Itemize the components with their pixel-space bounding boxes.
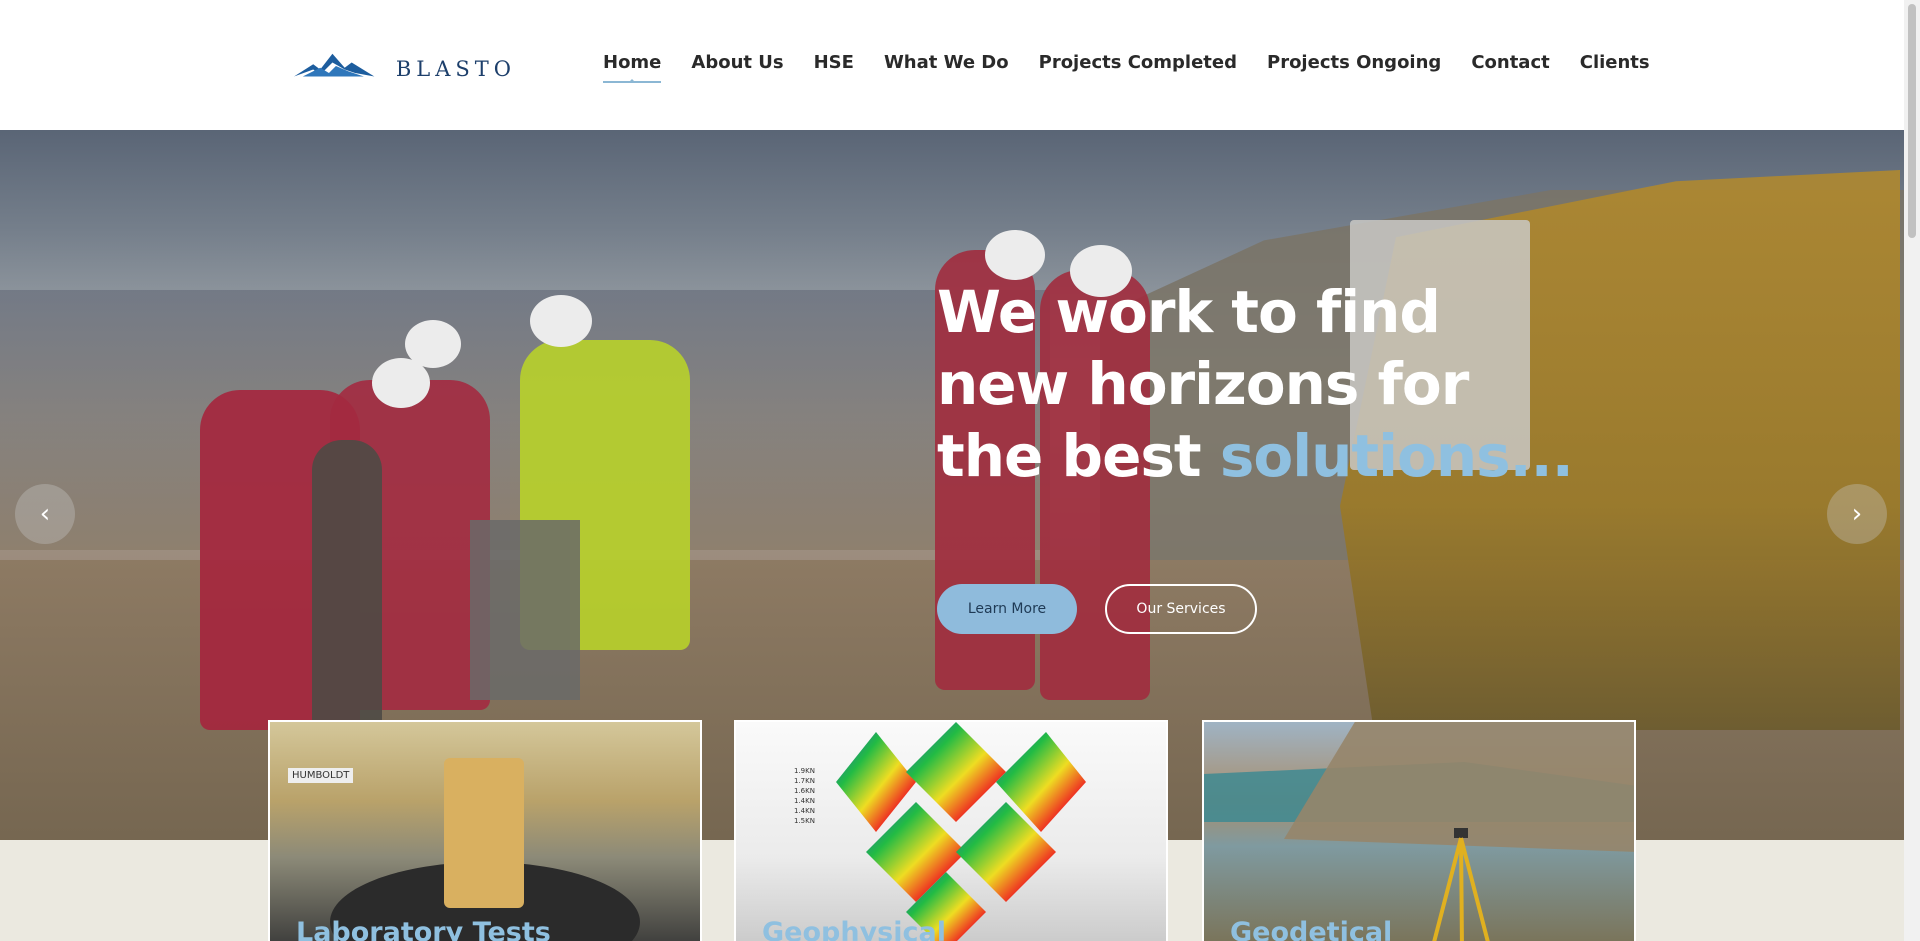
nav-item-what-we-do[interactable]: What We Do — [884, 52, 1009, 73]
geophysical-axis-values: 1.9KN 1.7KN 1.6KN 1.4KN 1.4KN 1.5KN — [794, 767, 815, 825]
card-title: Geophysical — [762, 917, 946, 941]
hero-helmet — [530, 295, 592, 347]
service-card-geophysical[interactable]: 1.9KN 1.7KN 1.6KN 1.4KN 1.4KN 1.5KN Geop… — [734, 720, 1168, 941]
nav-item-clients[interactable]: Clients — [1580, 52, 1650, 73]
hero-title: We work to find new horizons for the bes… — [937, 276, 1577, 492]
nav-item-projects-completed[interactable]: Projects Completed — [1039, 52, 1237, 73]
service-card-geodetical[interactable]: Geodetical — [1202, 720, 1636, 941]
hero-title-accent: solutions... — [1219, 422, 1574, 490]
nav-item-home[interactable]: Home — [603, 52, 662, 83]
chevron-left-icon: ‹ — [39, 499, 51, 529]
nav-item-projects-ongoing[interactable]: Projects Ongoing — [1267, 52, 1441, 73]
mountain-logo-icon — [294, 53, 375, 77]
nav-item-contact[interactable]: Contact — [1471, 52, 1549, 73]
hero-helmet — [985, 230, 1045, 280]
hero-gas-cylinder — [312, 440, 382, 740]
our-services-button[interactable]: Our Services — [1105, 584, 1257, 634]
slider-prev-button[interactable]: ‹ — [15, 484, 75, 544]
hero-helmet — [372, 358, 430, 408]
brand-name: BLASTO — [395, 57, 516, 81]
hero-equipment — [470, 520, 580, 700]
hero-title-line: new horizons for — [937, 350, 1469, 418]
card-image-soil-sample — [444, 758, 524, 908]
site-header: BLASTO Home About Us HSE What We Do Proj… — [0, 0, 1904, 130]
hero-title-line: the best — [937, 422, 1220, 490]
scrollbar-thumb[interactable] — [1908, 4, 1916, 238]
card-title: Laboratory Tests — [296, 917, 551, 941]
page-scrollbar[interactable] — [1904, 0, 1920, 941]
main-nav: Home About Us HSE What We Do Projects Co… — [603, 52, 1680, 83]
nav-item-hse[interactable]: HSE — [814, 52, 854, 73]
card-title: Geodetical — [1230, 917, 1393, 941]
geophysical-model-image — [836, 722, 1086, 941]
brand-logo[interactable]: BLASTO — [294, 48, 516, 84]
nav-item-about-us[interactable]: About Us — [691, 52, 783, 73]
card-image-label: HUMBOLDT — [288, 768, 354, 783]
service-card-laboratory-tests[interactable]: HUMBOLDT Laboratory Tests — [268, 720, 702, 941]
slider-next-button[interactable]: › — [1827, 484, 1887, 544]
hero-title-line: We work to find — [937, 278, 1441, 346]
learn-more-button[interactable]: Learn More — [937, 584, 1077, 634]
chevron-right-icon: › — [1851, 499, 1863, 529]
tripod-icon — [1432, 828, 1490, 941]
